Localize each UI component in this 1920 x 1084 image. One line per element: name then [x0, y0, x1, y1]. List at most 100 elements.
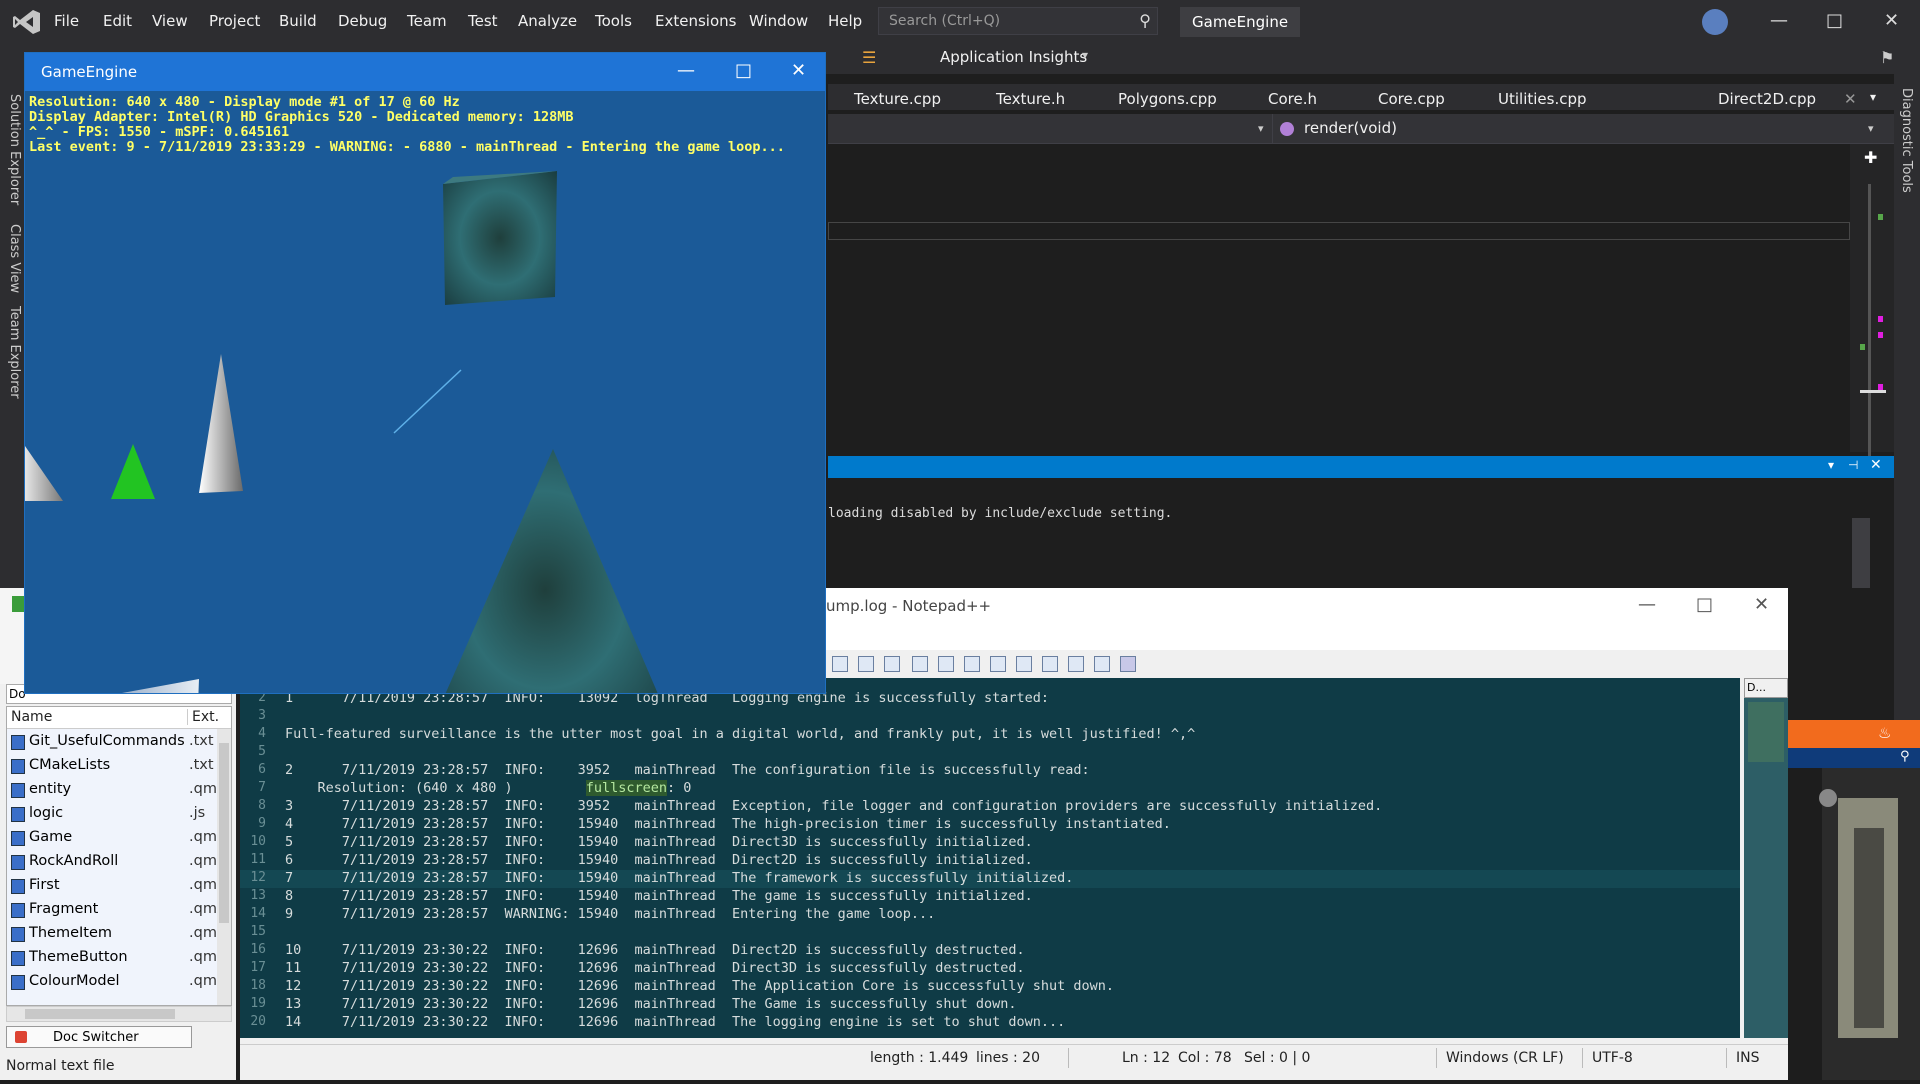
- doc-switcher-list[interactable]: Name Ext. Git_UsefulCommands .txt CMakeLis…: [6, 706, 232, 1006]
- maximize-icon[interactable]: □: [1696, 594, 1713, 615]
- npp-text-editor[interactable]: 21 7/11/2019 23:28:57 INFO: 13092 logThr…: [240, 678, 1740, 1038]
- menu-window[interactable]: Window: [749, 12, 808, 30]
- jump-icon[interactable]: [912, 656, 928, 672]
- doc-list-item[interactable]: logic .js: [9, 803, 219, 827]
- search-icon[interactable]: ⚲: [1900, 749, 1910, 764]
- pin-icon[interactable]: ✕: [1844, 90, 1857, 108]
- doc-list-item[interactable]: Git_UsefulCommands .txt: [9, 731, 219, 755]
- close-icon[interactable]: ✕: [1884, 10, 1899, 31]
- doc-list-item[interactable]: RockAndRoll .qm: [9, 851, 219, 875]
- doc-ext: .qm: [189, 949, 217, 965]
- doc-list-hscroll[interactable]: [6, 1006, 232, 1022]
- doc-list-item[interactable]: Fragment .qm: [9, 899, 219, 923]
- solution-explorer-tab[interactable]: Solution Explorer: [7, 94, 22, 205]
- status-eol[interactable]: Windows (CR LF): [1446, 1050, 1564, 1066]
- tab-core-h[interactable]: Core.h: [1268, 90, 1317, 108]
- maximize-icon[interactable]: □: [735, 60, 752, 81]
- collapse-all-icon[interactable]: [1068, 656, 1084, 672]
- tab-polygons-cpp[interactable]: Polygons.cpp: [1118, 90, 1217, 108]
- scroll-thumb[interactable]: [219, 743, 229, 923]
- spellcheck-icon[interactable]: [1120, 656, 1136, 672]
- panel-icon[interactable]: [938, 656, 954, 672]
- output-scrollbar[interactable]: [1852, 518, 1870, 588]
- vs-scrollbar-map[interactable]: ✚: [1850, 144, 1894, 464]
- doc-list-item[interactable]: First .qm: [9, 875, 219, 899]
- diagnostic-tools-tab[interactable]: Diagnostic Tools: [1899, 88, 1914, 193]
- status-encoding[interactable]: UTF-8: [1592, 1050, 1633, 1066]
- tab-direct2d-cpp[interactable]: Direct2D.cpp: [1718, 90, 1816, 108]
- doc-name: Git_UsefulCommands: [29, 733, 185, 749]
- chevron-down-icon[interactable]: ▾: [1868, 122, 1874, 135]
- scroll-thumb[interactable]: [1860, 390, 1886, 393]
- output-text: loading disabled by include/exclude sett…: [828, 506, 1173, 521]
- chevron-down-icon[interactable]: ▾: [1828, 458, 1834, 472]
- tab-utilities-cpp[interactable]: Utilities.cpp: [1498, 90, 1587, 108]
- doc-list-item[interactable]: ColourModel .qm: [9, 971, 219, 995]
- gameengine-render-canvas[interactable]: Resolution: 640 x 480 - Display mode #1 …: [25, 91, 825, 693]
- menu-team[interactable]: Team: [407, 12, 447, 30]
- doc-list-item[interactable]: entity .qm: [9, 779, 219, 803]
- class-view-tab[interactable]: Class View: [7, 224, 22, 293]
- menu-project[interactable]: Project: [209, 12, 260, 30]
- split-icon[interactable]: ✚: [1864, 148, 1877, 167]
- panel-icon[interactable]: [1094, 656, 1110, 672]
- col-ext-header[interactable]: Ext.: [187, 709, 219, 725]
- menu-tools[interactable]: Tools: [595, 12, 632, 30]
- tab-core-cpp[interactable]: Core.cpp: [1378, 90, 1445, 108]
- play-multiple-icon[interactable]: [858, 656, 874, 672]
- menu-help[interactable]: Help: [828, 12, 862, 30]
- npp-title: ump.log - Notepad++: [826, 597, 992, 615]
- pin-icon[interactable]: ⊣: [1848, 458, 1858, 472]
- team-explorer-tab[interactable]: Team Explorer: [7, 306, 22, 399]
- col-name-header[interactable]: Name: [11, 709, 52, 725]
- account-avatar[interactable]: [1702, 9, 1728, 35]
- menu-build[interactable]: Build: [279, 12, 317, 30]
- application-insights-button[interactable]: Application Insights: [940, 48, 1087, 66]
- play-macro-icon[interactable]: [832, 656, 848, 672]
- scroll-thumb[interactable]: [25, 1009, 175, 1019]
- doc-list-item[interactable]: ThemeItem .qm: [9, 923, 219, 947]
- doc-list-vscroll[interactable]: [217, 729, 231, 1005]
- collapse-icon[interactable]: [990, 656, 1006, 672]
- minimize-icon[interactable]: —: [1770, 10, 1788, 31]
- document-icon: [11, 951, 25, 966]
- doc-list-item[interactable]: ThemeButton .qm: [9, 947, 219, 971]
- notification-bell-icon[interactable]: ♨: [1878, 724, 1891, 742]
- vs-code-editor[interactable]: [828, 144, 1850, 452]
- menu-test[interactable]: Test: [468, 12, 498, 30]
- tab-texture-h[interactable]: Texture.h: [996, 90, 1065, 108]
- menu-extensions[interactable]: Extensions: [655, 12, 736, 30]
- npp-document-map[interactable]: [1744, 678, 1788, 1038]
- toolbar-folder-icon[interactable]: ☰: [862, 48, 876, 67]
- menu-file[interactable]: File: [54, 12, 79, 30]
- arrow-down-icon[interactable]: [1042, 656, 1058, 672]
- line-number: 14: [250, 906, 266, 921]
- menu-debug[interactable]: Debug: [338, 12, 387, 30]
- doc-list-item[interactable]: Game .qm: [9, 827, 219, 851]
- docmap-viewport[interactable]: [1748, 702, 1784, 762]
- menu-edit[interactable]: Edit: [103, 12, 132, 30]
- arrow-up-icon[interactable]: [1016, 656, 1032, 672]
- save-macro-icon[interactable]: [884, 656, 900, 672]
- minimize-icon[interactable]: —: [677, 60, 695, 81]
- function-dropdown[interactable]: render(void): [1304, 119, 1397, 137]
- close-icon[interactable]: ✕: [1870, 457, 1882, 473]
- vs-search-input[interactable]: Search (Ctrl+Q) ⚲: [878, 7, 1158, 35]
- tab-texture-cpp[interactable]: Texture.cpp: [854, 90, 941, 108]
- tab-overflow-chevron-icon[interactable]: ▾: [1870, 90, 1876, 104]
- doc-switcher-tab[interactable]: Doc Switcher: [6, 1026, 192, 1048]
- menu-view[interactable]: View: [152, 12, 188, 30]
- status-col: Col : 78: [1178, 1050, 1232, 1066]
- chevron-down-icon[interactable]: ▾: [1258, 122, 1264, 135]
- status-separator: [1436, 1048, 1437, 1068]
- minimize-icon[interactable]: —: [1638, 594, 1656, 615]
- document-icon: [11, 831, 25, 846]
- doc-list-item[interactable]: CMakeLists .txt: [9, 755, 219, 779]
- panel-icon[interactable]: [964, 656, 980, 672]
- close-icon[interactable]: ✕: [791, 60, 806, 81]
- chevron-down-icon[interactable]: ▾: [1082, 48, 1088, 62]
- menu-analyze[interactable]: Analyze: [518, 12, 577, 30]
- close-icon[interactable]: ✕: [1754, 594, 1769, 615]
- feedback-icon[interactable]: ⚑: [1880, 48, 1894, 67]
- maximize-icon[interactable]: □: [1826, 10, 1843, 31]
